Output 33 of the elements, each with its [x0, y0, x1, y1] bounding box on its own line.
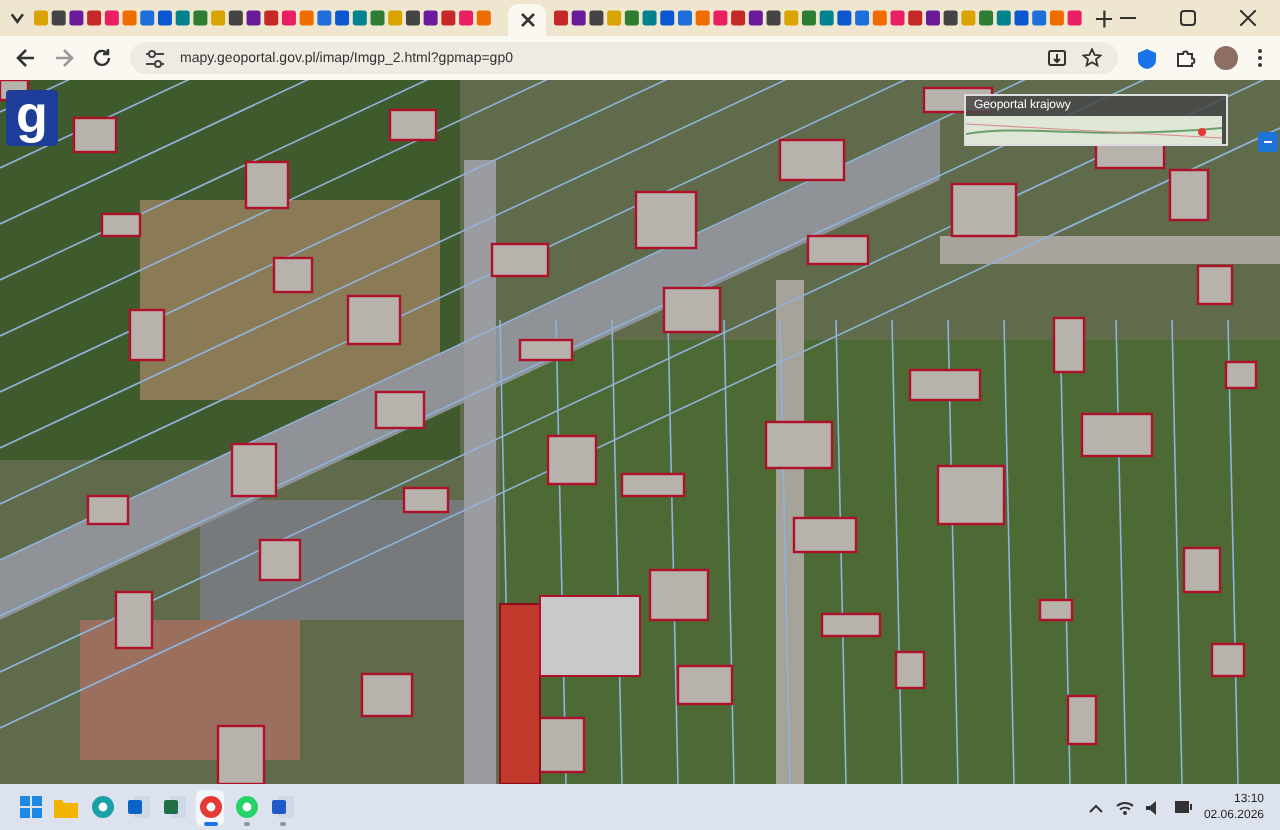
round-app-icon: [235, 796, 257, 818]
active-tab[interactable]: [508, 4, 547, 36]
aerial-map-drawing[interactable]: [0, 80, 1280, 784]
wifi-icon[interactable]: [1115, 799, 1134, 815]
chevron-up-icon[interactable]: [1087, 801, 1104, 813]
document-app-icon: [271, 796, 293, 818]
battery-icon[interactable]: [1173, 800, 1192, 814]
forward-arrow-icon[interactable]: [54, 48, 74, 68]
bookmark-star-icon[interactable]: [1082, 48, 1102, 68]
back-arrow-icon[interactable]: [16, 48, 36, 68]
windows-logo-icon: [19, 796, 41, 818]
profile-avatar-icon[interactable]: [1214, 46, 1238, 70]
background-tabs-drawing[interactable]: [554, 8, 1088, 28]
document-app-icon: [127, 796, 149, 818]
round-app-icon: [91, 796, 113, 818]
expand-panel-icon[interactable]: [1258, 132, 1278, 152]
folder-icon: [54, 797, 78, 817]
extension-icon[interactable]: [1136, 47, 1158, 69]
geoportal-logo[interactable]: g: [6, 90, 58, 146]
maximize-icon[interactable]: [1180, 10, 1197, 26]
speaker-icon[interactable]: [1145, 799, 1162, 815]
puzzle-extensions-icon[interactable]: [1176, 48, 1196, 68]
menu-dots-icon[interactable]: [1256, 48, 1264, 68]
close-icon[interactable]: [1240, 10, 1257, 26]
tab-list-caret-icon[interactable]: [8, 8, 27, 28]
new-tab-icon[interactable]: [1095, 9, 1113, 27]
site-settings-icon[interactable]: [146, 49, 164, 67]
document-app-icon: [163, 796, 185, 818]
taskbar-app-button[interactable]: [196, 789, 224, 825]
reload-icon[interactable]: [92, 48, 112, 68]
round-app-icon: [199, 796, 221, 818]
close-icon[interactable]: [519, 12, 536, 28]
install-app-icon[interactable]: [1048, 49, 1066, 67]
